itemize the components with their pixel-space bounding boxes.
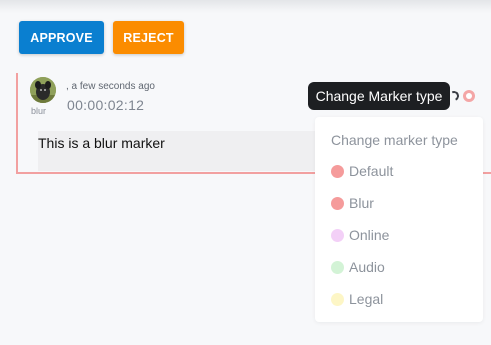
marker-option-label: Blur [349, 195, 374, 211]
reject-button[interactable]: REJECT [113, 21, 184, 54]
marker-type-tooltip: Change Marker type [308, 82, 450, 110]
avatar [30, 77, 56, 103]
marker-menu-title: Change marker type [331, 132, 458, 148]
marker-color-dot [331, 164, 344, 178]
approve-button[interactable]: APPROVE [19, 21, 104, 54]
top-bar-shadow [0, 0, 491, 14]
marker-option-label: Online [349, 227, 390, 243]
marker-option-label: Audio [349, 259, 385, 275]
author-name: blur [31, 106, 47, 116]
comment-timecode[interactable]: 00:00:02:12 [67, 97, 144, 113]
marker-option-label: Default [349, 163, 394, 179]
marker-color-dot [331, 260, 344, 274]
marker-option-audio[interactable]: Audio [331, 257, 385, 277]
marker-color-dot [331, 228, 344, 242]
marker-option-blur[interactable]: Blur [331, 193, 374, 213]
marker-option-online[interactable]: Online [331, 225, 389, 245]
marker-option-default[interactable]: Default [331, 161, 393, 181]
comment-time-ago: , a few seconds ago [66, 81, 155, 92]
marker-color-dot [331, 292, 344, 306]
marker-color-dot [331, 196, 344, 210]
marker-type-button[interactable] [463, 90, 475, 102]
marker-type-menu: Change marker type Default Blur Online A… [315, 117, 483, 322]
marker-option-legal[interactable]: Legal [331, 289, 383, 309]
dog-avatar-icon [30, 77, 56, 103]
marker-option-label: Legal [349, 291, 384, 307]
comment-text: This is a blur marker [38, 135, 165, 151]
